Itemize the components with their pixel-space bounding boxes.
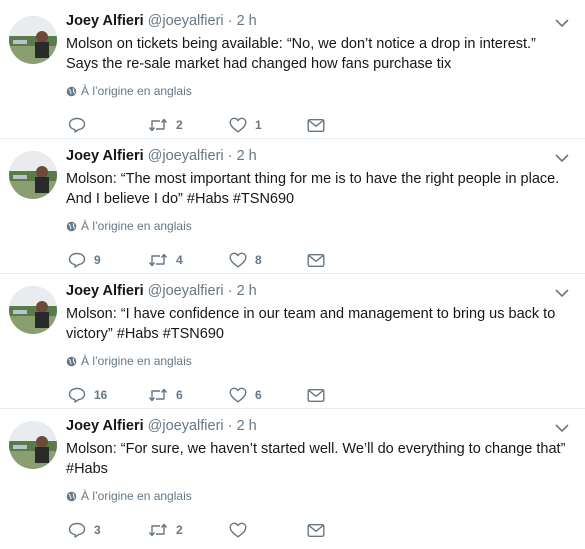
envelope-icon	[307, 253, 325, 267]
timestamp[interactable]: 2 h	[237, 283, 257, 299]
direct-message-button[interactable]	[307, 116, 325, 134]
translation-note-text: À l’origine en anglais	[81, 354, 192, 368]
heart-icon	[229, 522, 247, 538]
heart-icon	[229, 387, 247, 403]
reply-count: 9	[94, 253, 101, 267]
globe-icon	[66, 356, 77, 366]
separator-dot: ·	[227, 418, 233, 434]
heart-icon	[229, 117, 247, 133]
tweet-actions: 9 4 8	[66, 251, 336, 269]
translation-note: À l’origine en anglais	[66, 489, 192, 503]
like-button[interactable]: 6	[229, 386, 262, 404]
author-name[interactable]: Joey Alfieri	[66, 283, 144, 299]
retweet-button[interactable]: 6	[148, 386, 183, 404]
tweet[interactable]: Joey Alfieri @joeyalfieri · 2 h Molson o…	[0, 4, 585, 139]
like-count: 1	[255, 118, 262, 132]
tweet-header: Joey Alfieri @joeyalfieri · 2 h	[66, 148, 257, 164]
translation-note-text: À l’origine en anglais	[81, 84, 192, 98]
tweet[interactable]: Joey Alfieri @joeyalfieri · 2 h Molson: …	[0, 139, 585, 274]
tweet-text: Molson on tickets being available: “No, …	[66, 36, 536, 72]
envelope-icon	[307, 523, 325, 537]
tweet-text: Molson: “I have confidence in our team a…	[66, 306, 556, 342]
translation-note-text: À l’origine en anglais	[81, 219, 192, 233]
reply-button[interactable]: 16	[68, 386, 107, 404]
translation-note: À l’origine en anglais	[66, 84, 192, 98]
avatar[interactable]	[9, 151, 57, 199]
tweet[interactable]: Joey Alfieri @joeyalfieri · 2 h Molson: …	[0, 409, 585, 549]
retweet-icon	[148, 523, 168, 537]
reply-count: 16	[94, 388, 108, 402]
author-handle[interactable]: @joeyalfieri	[148, 283, 224, 299]
timestamp[interactable]: 2 h	[237, 13, 257, 29]
direct-message-button[interactable]	[307, 386, 325, 404]
like-count: 6	[255, 388, 262, 402]
author-handle[interactable]: @joeyalfieri	[148, 148, 224, 164]
author-handle[interactable]: @joeyalfieri	[148, 13, 224, 29]
chevron-down-icon[interactable]	[555, 18, 569, 28]
chevron-down-icon[interactable]	[555, 423, 569, 433]
avatar[interactable]	[9, 16, 57, 64]
tweet-actions: 2 1	[66, 116, 336, 134]
author-handle[interactable]: @joeyalfieri	[148, 418, 224, 434]
timestamp[interactable]: 2 h	[237, 148, 257, 164]
globe-icon	[66, 86, 77, 96]
tweet-header: Joey Alfieri @joeyalfieri · 2 h	[66, 418, 257, 434]
globe-icon	[66, 491, 77, 501]
tweet[interactable]: Joey Alfieri @joeyalfieri · 2 h Molson: …	[0, 274, 585, 409]
retweet-button[interactable]: 2	[148, 116, 183, 134]
tweet-header: Joey Alfieri @joeyalfieri · 2 h	[66, 13, 257, 29]
retweet-count: 6	[176, 388, 183, 402]
reply-icon	[68, 252, 86, 268]
reply-button[interactable]: 3	[68, 521, 101, 539]
reply-button[interactable]	[68, 116, 94, 134]
tweet-text: Molson: “For sure, we haven’t started we…	[66, 441, 566, 477]
tweet-feed: Joey Alfieri @joeyalfieri · 2 h Molson o…	[0, 0, 585, 549]
retweet-count: 2	[176, 523, 183, 537]
retweet-button[interactable]: 4	[148, 251, 183, 269]
chevron-down-icon[interactable]	[555, 153, 569, 163]
separator-dot: ·	[227, 13, 233, 29]
direct-message-button[interactable]	[307, 251, 325, 269]
reply-count: 3	[94, 523, 101, 537]
tweet-text: Molson: “The most important thing for me…	[66, 171, 560, 207]
like-count: 8	[255, 253, 262, 267]
author-name[interactable]: Joey Alfieri	[66, 148, 144, 164]
like-button[interactable]	[229, 521, 255, 539]
avatar[interactable]	[9, 286, 57, 334]
chevron-down-icon[interactable]	[555, 288, 569, 298]
retweet-count: 2	[176, 118, 183, 132]
timestamp[interactable]: 2 h	[237, 418, 257, 434]
retweet-button[interactable]: 2	[148, 521, 183, 539]
tweet-actions: 16 6 6	[66, 386, 336, 404]
separator-dot: ·	[227, 148, 233, 164]
reply-icon	[68, 117, 86, 133]
direct-message-button[interactable]	[307, 521, 325, 539]
tweet-actions: 3 2	[66, 521, 336, 539]
tweet-header: Joey Alfieri @joeyalfieri · 2 h	[66, 283, 257, 299]
envelope-icon	[307, 118, 325, 132]
translation-note-text: À l’origine en anglais	[81, 489, 192, 503]
translation-note: À l’origine en anglais	[66, 219, 192, 233]
author-name[interactable]: Joey Alfieri	[66, 13, 144, 29]
reply-icon	[68, 522, 86, 538]
separator-dot: ·	[227, 283, 233, 299]
envelope-icon	[307, 388, 325, 402]
author-name[interactable]: Joey Alfieri	[66, 418, 144, 434]
retweet-icon	[148, 388, 168, 402]
retweet-icon	[148, 253, 168, 267]
like-button[interactable]: 8	[229, 251, 262, 269]
retweet-icon	[148, 118, 168, 132]
translation-note: À l’origine en anglais	[66, 354, 192, 368]
retweet-count: 4	[176, 253, 183, 267]
reply-button[interactable]: 9	[68, 251, 101, 269]
like-button[interactable]: 1	[229, 116, 262, 134]
heart-icon	[229, 252, 247, 268]
reply-icon	[68, 387, 86, 403]
avatar[interactable]	[9, 421, 57, 469]
globe-icon	[66, 221, 77, 231]
